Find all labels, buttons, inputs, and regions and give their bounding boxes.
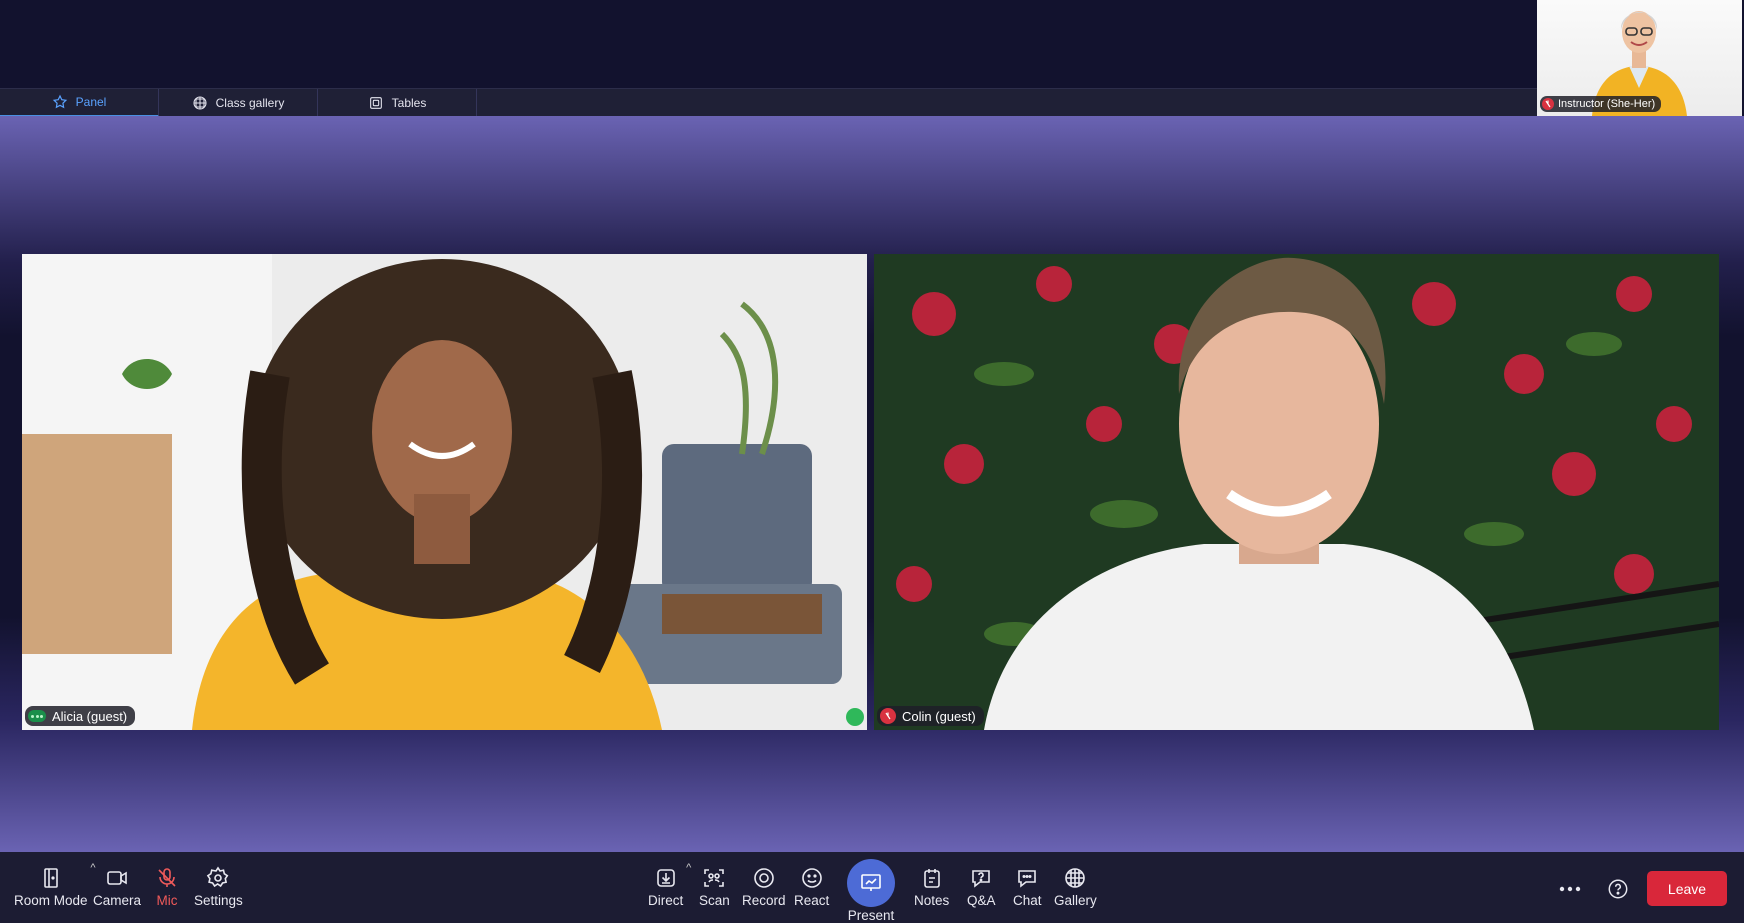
download-icon (656, 869, 675, 887)
top-bar (0, 0, 1744, 88)
notes-button[interactable]: Notes (914, 866, 949, 908)
door-icon (43, 868, 58, 888)
notes-label: Notes (914, 893, 950, 908)
settings-button[interactable]: Settings (194, 866, 243, 908)
tab-label: Class gallery (215, 96, 285, 110)
tables-icon (369, 97, 382, 109)
camera-button[interactable]: Camera (93, 866, 141, 908)
tab-label: Tables (391, 96, 427, 110)
mic-muted-icon (1542, 98, 1554, 110)
present-screen-icon (861, 874, 881, 891)
alicia-video (22, 254, 867, 730)
mic-muted-icon (880, 708, 896, 724)
record-button[interactable]: Record (742, 866, 786, 908)
tab-class-gallery[interactable]: Class gallery (159, 89, 318, 117)
camera-label: Camera (93, 893, 142, 908)
star-icon (52, 94, 67, 109)
scan-icon (704, 869, 725, 887)
tab-panel[interactable]: Panel (0, 89, 159, 117)
participant-video-alicia[interactable]: Alicia (guest) (22, 254, 867, 730)
more-dots-icon (1559, 886, 1581, 892)
participant-name-tag: Alicia (guest) (25, 706, 136, 726)
instructor-video-tile[interactable]: Instructor (She-Her) (1537, 0, 1742, 116)
participant-name: Alicia (guest) (52, 708, 128, 724)
participant-name-tag: Colin (guest) (877, 706, 984, 726)
grid-icon (193, 96, 207, 110)
participant-video-colin[interactable]: Colin (guest) (874, 254, 1719, 730)
chat-label: Chat (1013, 893, 1042, 908)
smiley-icon (801, 868, 822, 888)
speaking-indicator-icon (28, 710, 46, 722)
help-button[interactable] (1606, 877, 1630, 901)
qa-button[interactable]: Q&A (967, 866, 996, 908)
scan-label: Scan (699, 893, 730, 908)
more-options-button[interactable] (1557, 879, 1583, 899)
connection-status-icon (846, 708, 864, 726)
view-tabs: Panel Class gallery Tables (0, 88, 1537, 117)
tab-tables[interactable]: Tables (318, 89, 477, 117)
participant-name: Colin (guest) (902, 708, 976, 724)
chevron-up-icon[interactable]: ^ (686, 862, 691, 874)
mic-label: Mic (156, 893, 178, 908)
room-mode-label: Room Mode (14, 893, 88, 908)
mic-button[interactable]: Mic (155, 866, 179, 908)
qa-label: Q&A (967, 893, 996, 908)
help-icon (1608, 879, 1628, 899)
chat-button[interactable]: Chat (1013, 866, 1042, 908)
globe-grid-icon (1065, 868, 1086, 888)
present-button[interactable]: Present (847, 859, 895, 923)
settings-label: Settings (194, 893, 243, 908)
question-bubble-icon (972, 870, 991, 888)
instructor-name: Instructor (She-Her) (1558, 98, 1656, 110)
tab-label: Panel (75, 95, 107, 109)
colin-video (874, 254, 1719, 730)
record-icon (753, 868, 774, 888)
room-mode-button[interactable]: ^ Room Mode (14, 862, 96, 908)
direct-label: Direct (648, 893, 684, 908)
leave-button[interactable]: Leave (1647, 871, 1727, 906)
present-label: Present (847, 908, 895, 923)
react-button[interactable]: React (794, 866, 829, 908)
gallery-label: Gallery (1054, 893, 1097, 908)
notes-icon (923, 869, 940, 888)
direct-button[interactable]: ^ Direct (648, 862, 691, 908)
present-circle (847, 859, 895, 907)
react-label: React (794, 893, 830, 908)
gallery-button[interactable]: Gallery (1054, 866, 1097, 908)
mic-off-icon (158, 868, 176, 887)
gear-icon (207, 866, 229, 888)
camera-icon (107, 871, 127, 885)
instructor-name-tag: Instructor (She-Her) (1540, 96, 1662, 112)
scan-button[interactable]: Scan (699, 866, 730, 908)
chat-icon (1018, 870, 1037, 888)
record-label: Record (742, 893, 786, 908)
